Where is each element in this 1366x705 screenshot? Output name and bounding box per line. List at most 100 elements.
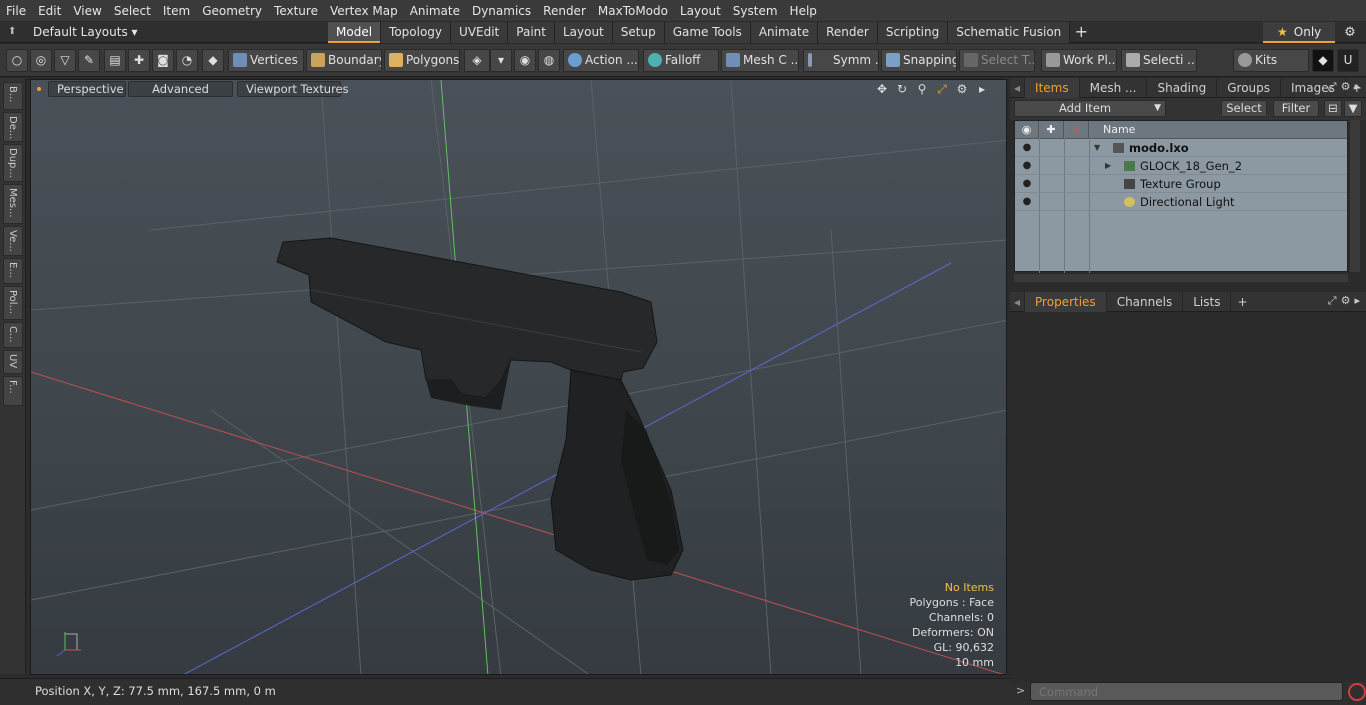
expand-arrow-icon[interactable]: ▶ — [1105, 157, 1111, 175]
properties-gear-icon[interactable]: ⚙ — [1341, 294, 1351, 308]
properties-arrow-icon[interactable]: ▸ — [1354, 294, 1360, 308]
tab-schematic-fusion[interactable]: Schematic Fusion — [948, 22, 1071, 43]
tree-row-light[interactable]: ● Directional Light — [1015, 193, 1347, 211]
menu-maxtomodo[interactable]: MaxToModo — [592, 0, 674, 22]
menu-dynamics[interactable]: Dynamics — [466, 0, 537, 22]
visibility-column-icon[interactable]: ◉ — [1015, 121, 1039, 139]
eye-icon[interactable]: ● — [1020, 175, 1034, 193]
move-view-icon[interactable]: ✥ — [874, 81, 890, 97]
menu-select[interactable]: Select — [108, 0, 157, 22]
unity-icon[interactable]: ◆ — [1312, 49, 1334, 72]
snap-a-icon[interactable]: ◉ — [514, 49, 536, 72]
tab-items[interactable]: Items — [1025, 77, 1080, 98]
record-macro-icon[interactable] — [1348, 683, 1366, 701]
square-target-icon[interactable]: ◙ — [152, 49, 174, 72]
select-circle-icon[interactable]: ○ — [6, 49, 28, 72]
tab-layout[interactable]: Layout — [554, 22, 613, 43]
3d-viewport[interactable]: Perspective Advanced Viewport Textures ✥… — [30, 79, 1007, 675]
menu-layout[interactable]: Layout — [674, 0, 727, 22]
menu-help[interactable]: Help — [784, 0, 823, 22]
mesh-constraint-button[interactable]: Mesh C ... — [721, 49, 799, 72]
menu-animate[interactable]: Animate — [404, 0, 466, 22]
tree-horizontal-scrollbar[interactable] — [1014, 274, 1348, 282]
menu-view[interactable]: View — [67, 0, 107, 22]
left-tab-vertex[interactable]: Ve... — [3, 226, 23, 256]
command-arrow-icon[interactable]: > — [1016, 684, 1025, 697]
tree-vertical-scrollbar[interactable] — [1350, 120, 1360, 272]
filter-button[interactable]: Filter — [1273, 100, 1319, 117]
viewport-settings-icon[interactable]: ⚙ — [954, 81, 970, 97]
rotate-view-icon[interactable]: ↻ — [894, 81, 910, 97]
left-tab-duplicate[interactable]: Dup... — [3, 144, 23, 182]
collapse-icon[interactable]: ⊟ — [1324, 100, 1342, 117]
material-dropdown-icon[interactable]: ▾ — [490, 49, 512, 72]
panel-menu-icon[interactable]: ◂ — [1010, 77, 1026, 98]
collapse-arrow-icon[interactable]: ▼ — [1094, 139, 1100, 157]
action-button[interactable]: Action ... — [563, 49, 639, 72]
tree-row-mesh[interactable]: ● ▶ GLOCK_18_Gen_2 — [1015, 157, 1347, 175]
tab-lists[interactable]: Lists — [1183, 291, 1232, 312]
left-tab-mesh[interactable]: Mes... — [3, 184, 23, 224]
left-tab-uv[interactable]: UV — [3, 350, 23, 374]
timer-icon[interactable]: ◔ — [176, 49, 198, 72]
tab-channels[interactable]: Channels — [1107, 291, 1184, 312]
perspective-button[interactable]: Perspective — [48, 81, 126, 97]
menu-file[interactable]: File — [0, 0, 32, 22]
tab-scripting[interactable]: Scripting — [877, 22, 949, 43]
name-column-header[interactable]: Name — [1089, 121, 1349, 139]
tab-paint[interactable]: Paint — [508, 22, 555, 43]
brush-icon[interactable]: ✎ — [78, 49, 100, 72]
tree-row-scene[interactable]: ● ▼ modo.lxo — [1015, 139, 1347, 157]
left-tab-polygon[interactable]: Pol... — [3, 286, 23, 320]
globe-icon[interactable]: ◎ — [30, 49, 52, 72]
boundary-button[interactable]: Boundary — [306, 49, 382, 72]
menu-system[interactable]: System — [727, 0, 784, 22]
menu-item[interactable]: Item — [157, 0, 196, 22]
tab-groups[interactable]: Groups — [1217, 77, 1282, 98]
eye-icon[interactable]: ● — [1020, 157, 1034, 175]
add-item-button[interactable]: Add Item ▼ — [1014, 100, 1166, 117]
left-tab-edge[interactable]: E... — [3, 258, 23, 284]
tab-render[interactable]: Render — [818, 22, 878, 43]
tab-properties[interactable]: Properties — [1025, 291, 1107, 312]
add-tab-button[interactable]: + — [1070, 22, 1092, 43]
left-tab-deform[interactable]: De... — [3, 112, 23, 142]
zoom-view-icon[interactable]: ⚲ — [914, 81, 930, 97]
select-through-button[interactable]: Select T... — [959, 49, 1035, 72]
properties-menu-icon[interactable]: ◂ — [1010, 291, 1026, 312]
select-button[interactable]: Select — [1221, 100, 1267, 117]
polygons-button[interactable]: Polygons — [384, 49, 460, 72]
tab-model[interactable]: Model — [328, 22, 382, 43]
unreal-icon[interactable]: U — [1337, 49, 1359, 72]
left-tab-fusion[interactable]: F... — [3, 376, 23, 406]
snapping-button[interactable]: Snapping — [881, 49, 957, 72]
menu-vertex-map[interactable]: Vertex Map — [324, 0, 404, 22]
expand-panel-icon[interactable]: ⤢ — [1328, 80, 1337, 94]
tab-mesh-ops[interactable]: Mesh ... — [1080, 77, 1148, 98]
viewport-more-icon[interactable]: ▸ — [974, 81, 990, 97]
menu-texture[interactable]: Texture — [268, 0, 324, 22]
eye-icon[interactable]: ● — [1020, 139, 1034, 157]
expand-properties-icon[interactable]: ⤢ — [1328, 294, 1337, 308]
snap-b-icon[interactable]: ◍ — [538, 49, 560, 72]
layout-selector[interactable]: Default Layouts ▾ — [33, 22, 138, 43]
layout-arrow-icon[interactable]: ⬆ — [8, 26, 20, 38]
work-plane-button[interactable]: Work Pl... — [1041, 49, 1117, 72]
tab-game-tools[interactable]: Game Tools — [664, 22, 751, 43]
fit-view-icon[interactable]: ⤢ — [934, 81, 950, 97]
tree-row-texture-group[interactable]: ● Texture Group — [1015, 175, 1347, 193]
tab-topology[interactable]: Topology — [381, 22, 452, 43]
command-input[interactable] — [1030, 682, 1343, 701]
advanced-button[interactable]: Advanced — [128, 81, 233, 97]
add-properties-tab-button[interactable]: + — [1231, 292, 1253, 312]
viewport-menu-dot-icon[interactable] — [37, 87, 41, 91]
symmetry-button[interactable]: Symm ... — [803, 49, 879, 72]
kits-button[interactable]: Kits — [1233, 49, 1309, 72]
menu-geometry[interactable]: Geometry — [196, 0, 268, 22]
left-tab-basic[interactable]: B... — [3, 82, 23, 110]
funnel-icon[interactable]: ▼ — [1344, 100, 1362, 117]
render-column-icon[interactable]: ⅄ — [1064, 121, 1089, 139]
center-icon[interactable]: ✚ — [128, 49, 150, 72]
panel-gear-icon[interactable]: ⚙ — [1341, 80, 1351, 94]
pistol-model[interactable] — [276, 237, 684, 581]
